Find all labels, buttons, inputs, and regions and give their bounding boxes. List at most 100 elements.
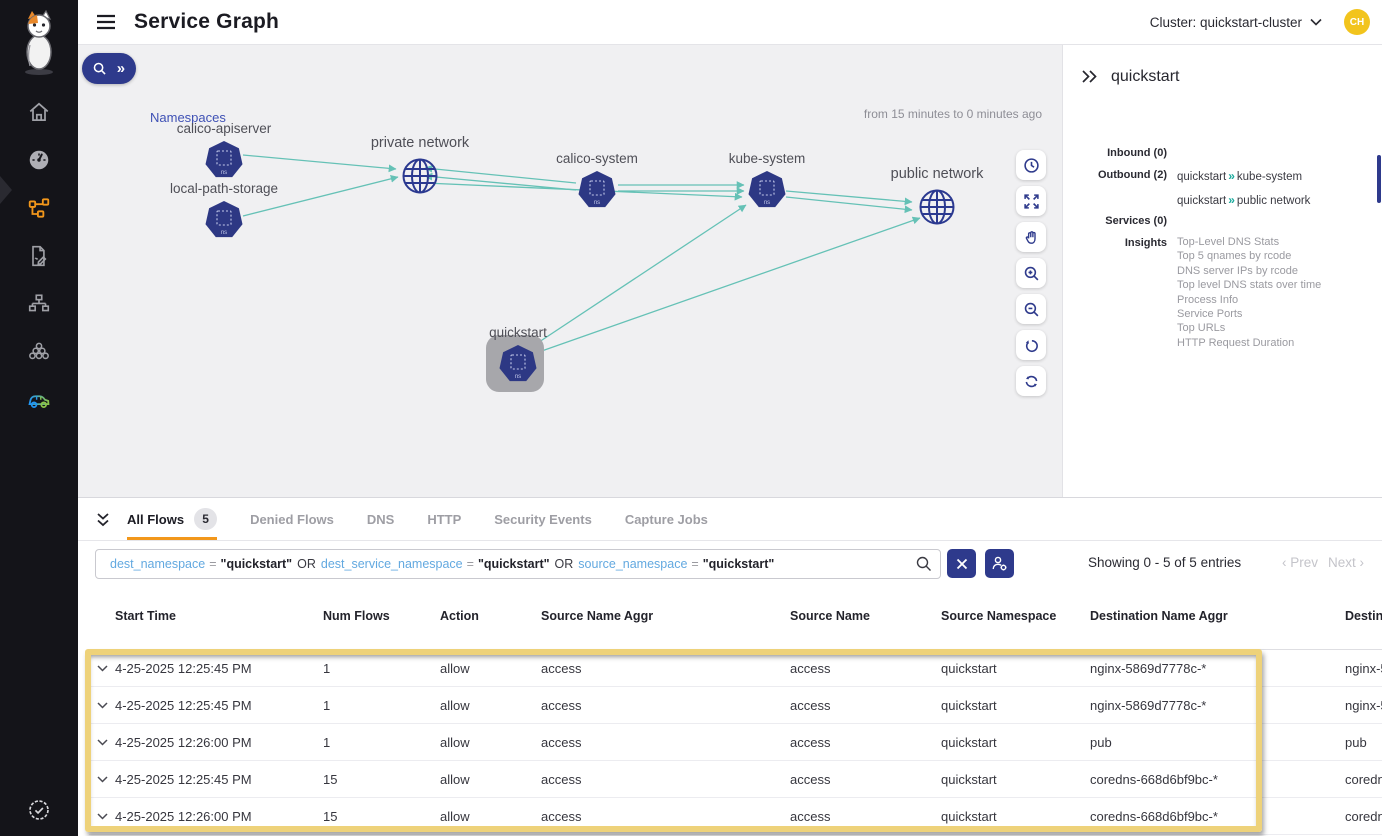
- insight-link[interactable]: Service Ports: [1177, 307, 1321, 321]
- cell-source-name: access: [790, 735, 941, 750]
- column-header-num-flows[interactable]: Num Flows: [323, 596, 440, 624]
- cell-source-name-aggr: access: [541, 735, 790, 750]
- column-header-source-name-aggr[interactable]: Source Name Aggr: [541, 596, 790, 624]
- zoom-in-button[interactable]: [1016, 258, 1046, 288]
- graph-node-kube-system[interactable]: kube-system ns: [687, 151, 847, 209]
- cell-num-flows: 1: [323, 661, 440, 676]
- graph-node-calico-system[interactable]: calico-system ns: [517, 151, 677, 209]
- chevron-down-icon: [97, 739, 108, 746]
- column-header-dest-name-aggr[interactable]: Destination Name Aggr: [1090, 596, 1345, 624]
- insight-link[interactable]: HTTP Request Duration: [1177, 336, 1321, 350]
- sidebar-item-service-graph[interactable]: [0, 184, 78, 232]
- table-row[interactable]: 4-25-2025 12:25:45 PM 1 allow access acc…: [89, 650, 1382, 687]
- cell-source-name-aggr: access: [541, 661, 790, 676]
- cluster-selector[interactable]: Cluster: quickstart-cluster: [1150, 15, 1322, 30]
- insights-list: Top-Level DNS Stats Top 5 qnames by rcod…: [1177, 235, 1321, 350]
- outbound-to: public network: [1237, 195, 1311, 207]
- policy-document-icon: [27, 244, 51, 268]
- flows-tabbar: All Flows 5 Denied Flows DNS HTTP Securi…: [78, 498, 1382, 541]
- graph-node-quickstart[interactable]: quickstart ns: [438, 325, 598, 383]
- graph-node-local-path-storage[interactable]: local-path-storage ns: [144, 181, 304, 239]
- sidebar-item-nodes[interactable]: [0, 280, 78, 328]
- sidebar-item-home[interactable]: [0, 88, 78, 136]
- user-settings-button[interactable]: [985, 549, 1014, 578]
- table-row[interactable]: 4-25-2025 12:26:00 PM 15 allow access ac…: [89, 798, 1382, 835]
- outbound-link[interactable]: quickstart»kube-system: [1177, 169, 1302, 183]
- service-graph-icon: [27, 196, 51, 220]
- table-row[interactable]: 4-25-2025 12:25:45 PM 15 allow access ac…: [89, 761, 1382, 798]
- svg-text:ns: ns: [594, 200, 600, 206]
- tab-label: HTTP: [427, 512, 461, 527]
- tab-denied-flows[interactable]: Denied Flows: [250, 498, 334, 540]
- panel-collapse-button[interactable]: [1081, 69, 1098, 89]
- graph-search-button[interactable]: »: [82, 53, 136, 84]
- column-header-action[interactable]: Action: [440, 596, 541, 624]
- tab-security-events[interactable]: Security Events: [494, 498, 592, 540]
- node-label: kube-system: [687, 151, 847, 166]
- tab-capture-jobs[interactable]: Capture Jobs: [625, 498, 708, 540]
- user-avatar[interactable]: CH: [1344, 9, 1370, 35]
- pager: ‹ Prev Next ›: [1282, 555, 1364, 570]
- outbound-link[interactable]: quickstart»public network: [1177, 193, 1310, 207]
- sidebar-item-workloads[interactable]: [0, 328, 78, 376]
- insight-link[interactable]: Process Info: [1177, 293, 1321, 307]
- undo-icon: [1023, 337, 1040, 354]
- flows-filter-input[interactable]: dest_namespace = "quickstart" OR dest_se…: [95, 549, 941, 579]
- row-expand-chevron[interactable]: [89, 739, 115, 746]
- refresh-button[interactable]: [1016, 366, 1046, 396]
- zoom-in-icon: [1023, 265, 1040, 282]
- insight-link[interactable]: Top 5 qnames by rcode: [1177, 249, 1321, 263]
- sidebar-item-policies[interactable]: [0, 232, 78, 280]
- row-expand-chevron[interactable]: [89, 702, 115, 709]
- cell-source-name: access: [790, 698, 941, 713]
- sidebar-item-calico-car[interactable]: [0, 376, 78, 424]
- undo-layout-button[interactable]: [1016, 330, 1046, 360]
- sidebar-item-certificate[interactable]: [0, 790, 78, 830]
- tab-dns[interactable]: DNS: [367, 498, 394, 540]
- insight-link[interactable]: Top-Level DNS Stats: [1177, 235, 1321, 249]
- graph-node-calico-apiserver[interactable]: calico-apiserver ns: [144, 121, 304, 179]
- filter-search-button[interactable]: [916, 556, 932, 577]
- cell-dest-name: nginx-5869d7778c-: [1345, 698, 1382, 713]
- topbar: Service Graph Cluster: quickstart-cluste…: [78, 0, 1382, 45]
- pan-button[interactable]: [1016, 222, 1046, 252]
- cell-start-time: 4-25-2025 12:25:45 PM: [115, 772, 323, 787]
- tab-http[interactable]: HTTP: [427, 498, 461, 540]
- node-detail-panel: quickstart Inbound (0) Outbound (2) quic…: [1062, 45, 1382, 497]
- hamburger-menu-button[interactable]: [96, 14, 116, 30]
- cell-action: allow: [440, 735, 541, 750]
- insight-link[interactable]: DNS server IPs by rcode: [1177, 264, 1321, 278]
- service-graph-app: Service Graph Cluster: quickstart-cluste…: [0, 0, 1382, 836]
- fit-screen-button[interactable]: [1016, 186, 1046, 216]
- column-header-start-time[interactable]: Start Time: [115, 596, 323, 624]
- row-expand-chevron[interactable]: [89, 665, 115, 672]
- detail-panel-scrollbar[interactable]: [1377, 155, 1381, 203]
- row-expand-chevron[interactable]: [89, 776, 115, 783]
- clear-filter-button[interactable]: [947, 549, 976, 578]
- home-icon: [27, 100, 51, 124]
- gauge-icon: [27, 148, 51, 172]
- namespace-heptagon-icon: ns: [205, 141, 243, 179]
- prev-page-button[interactable]: ‹ Prev: [1282, 555, 1318, 570]
- graph-node-public-network[interactable]: public network: [857, 166, 1017, 227]
- panel-collapse-down-button[interactable]: [94, 511, 112, 528]
- zoom-out-button[interactable]: [1016, 294, 1046, 324]
- next-page-button[interactable]: Next ›: [1328, 555, 1364, 570]
- row-expand-chevron[interactable]: [89, 813, 115, 820]
- column-header-source-name[interactable]: Source Name: [790, 596, 941, 624]
- time-range-button[interactable]: [1016, 150, 1046, 180]
- column-header-dest-name[interactable]: Destination Name: [1345, 596, 1382, 624]
- cell-source-name-aggr: access: [541, 772, 790, 787]
- insight-link[interactable]: Top URLs: [1177, 321, 1321, 335]
- graph-timeframe-label: from 15 minutes to 0 minutes ago: [864, 107, 1042, 121]
- table-row[interactable]: 4-25-2025 12:26:00 PM 1 allow access acc…: [89, 724, 1382, 761]
- table-row[interactable]: 4-25-2025 12:25:45 PM 1 allow access acc…: [89, 687, 1382, 724]
- tab-all-flows[interactable]: All Flows 5: [127, 498, 217, 540]
- sidebar-item-dashboard[interactable]: [0, 136, 78, 184]
- column-header-source-namespace[interactable]: Source Namespace: [941, 596, 1090, 624]
- table-header-row: Start Time Num Flows Action Source Name …: [89, 596, 1382, 650]
- outbound-from: quickstart: [1177, 171, 1226, 183]
- services-label: Services (0): [1079, 215, 1167, 227]
- graph-node-private-network[interactable]: private network: [340, 135, 500, 196]
- insight-link[interactable]: Top level DNS stats over time: [1177, 278, 1321, 292]
